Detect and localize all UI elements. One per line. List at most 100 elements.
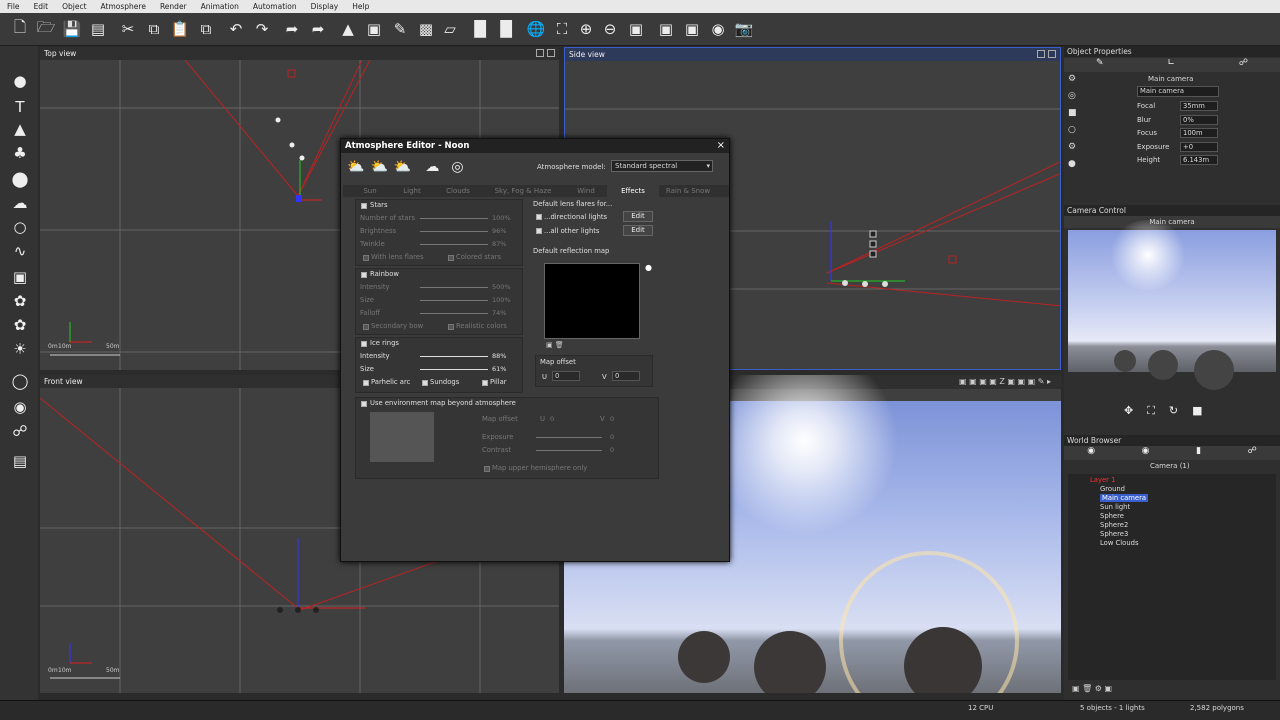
terrain-icon[interactable]: ▲ bbox=[338, 19, 358, 39]
menu-render[interactable]: Render bbox=[153, 2, 194, 11]
ice-rings-checkbox[interactable] bbox=[361, 341, 367, 347]
cloud-sun-icon[interactable]: ⛅ bbox=[347, 159, 364, 175]
edit-other-button[interactable]: Edit bbox=[623, 225, 653, 236]
blur-input[interactable]: 0% bbox=[1180, 115, 1218, 125]
tab-sun[interactable]: Sun bbox=[359, 185, 381, 197]
materials-icon[interactable]: ◉ bbox=[1142, 446, 1150, 460]
paste-icon[interactable]: 📋 bbox=[170, 19, 190, 39]
exposure-slider[interactable] bbox=[536, 437, 602, 438]
env-v-value[interactable]: 0 bbox=[610, 415, 614, 423]
tab-clouds[interactable]: Clouds bbox=[443, 185, 473, 197]
tree-item-ground[interactable]: Ground bbox=[1100, 485, 1125, 493]
sundogs-checkbox[interactable] bbox=[422, 380, 428, 386]
material-icon[interactable]: ▩ bbox=[416, 19, 436, 39]
close-icon[interactable] bbox=[547, 49, 555, 57]
terrain-tool-icon[interactable]: ▲ bbox=[9, 118, 31, 140]
menu-object[interactable]: Object bbox=[55, 2, 93, 11]
record-icon[interactable]: ● bbox=[1068, 159, 1077, 169]
globe-icon[interactable]: ◎ bbox=[451, 159, 463, 175]
upper-hemisphere-checkbox[interactable] bbox=[484, 466, 490, 472]
save-icon[interactable]: 💾 bbox=[62, 19, 82, 39]
objects-icon[interactable]: ◉ bbox=[1087, 446, 1095, 460]
brightness-slider[interactable] bbox=[420, 231, 488, 232]
undo-icon[interactable]: ↶ bbox=[226, 19, 246, 39]
pillar-checkbox[interactable] bbox=[482, 380, 488, 386]
tree-item-main-camera[interactable]: Main camera bbox=[1100, 494, 1149, 502]
reflection-u-input[interactable]: 0 bbox=[552, 371, 580, 381]
reflection-v-input[interactable]: 0 bbox=[612, 371, 640, 381]
stars-count-slider[interactable] bbox=[420, 218, 488, 219]
duplicate-icon[interactable]: ⧉ bbox=[196, 19, 216, 39]
rainbow-size-slider[interactable] bbox=[420, 300, 488, 301]
curve-tool-icon[interactable]: ∿ bbox=[9, 240, 31, 262]
rock-tool-icon[interactable]: ⬤ bbox=[9, 168, 31, 190]
link-icon[interactable]: ☍ bbox=[1248, 446, 1257, 460]
sphere-tool-icon[interactable]: ● bbox=[9, 70, 31, 92]
lock-icon[interactable]: ■ bbox=[1068, 108, 1077, 118]
tab-wind[interactable]: Wind bbox=[573, 185, 599, 197]
brush-tool-icon[interactable]: ✿ bbox=[9, 314, 31, 336]
cut-icon[interactable]: ✂ bbox=[118, 19, 138, 39]
new-file-icon[interactable]: 🗋 bbox=[10, 18, 30, 39]
rig-icon[interactable]: ⚙ bbox=[1068, 142, 1077, 152]
lens-flares-checkbox[interactable] bbox=[363, 255, 369, 261]
parhelic-arc-checkbox[interactable] bbox=[363, 380, 369, 386]
env-u-value[interactable]: 0 bbox=[550, 415, 554, 423]
tree-item-layer[interactable]: Layer 1 bbox=[1090, 476, 1115, 484]
realistic-colors-checkbox[interactable] bbox=[448, 324, 454, 330]
open-folder-icon[interactable]: 🗁 bbox=[36, 18, 56, 39]
edit-directional-button[interactable]: Edit bbox=[623, 211, 653, 222]
zoom-out-icon[interactable]: ⊖ bbox=[600, 19, 620, 39]
rotate-icon[interactable]: ↻ bbox=[1169, 404, 1178, 418]
brush-icon[interactable]: ✎ bbox=[1096, 58, 1104, 72]
colored-stars-checkbox[interactable] bbox=[448, 255, 454, 261]
world-browser-tools[interactable]: ▣ 🗑 ⚙ ▣ bbox=[1072, 684, 1112, 693]
fit-view-icon[interactable]: ▣ bbox=[626, 19, 646, 39]
maximize-icon[interactable] bbox=[1037, 50, 1045, 58]
twinkle-slider[interactable] bbox=[420, 244, 488, 245]
menu-atmosphere[interactable]: Atmosphere bbox=[94, 2, 153, 11]
exposure-input[interactable]: +0 bbox=[1180, 142, 1218, 152]
rainbow-intensity-slider[interactable] bbox=[420, 287, 488, 288]
camera-snapshot-icon[interactable]: 📷 bbox=[734, 19, 754, 39]
grid-select-icon[interactable]: ⛶ bbox=[552, 19, 572, 39]
tree-item-sphere[interactable]: Sphere bbox=[1100, 512, 1124, 520]
tab-rain-snow[interactable]: Rain & Snow bbox=[663, 185, 713, 197]
fan-tool-icon[interactable]: ✿ bbox=[9, 290, 31, 312]
rainbow-checkbox[interactable] bbox=[361, 272, 367, 278]
align-icon[interactable]: █ bbox=[470, 19, 490, 39]
environment-map-preview[interactable] bbox=[370, 412, 434, 462]
tab-effects[interactable]: Effects bbox=[607, 185, 659, 197]
metaball-tool-icon[interactable]: ◉ bbox=[9, 396, 31, 418]
save-as-icon[interactable]: ▤ bbox=[88, 19, 108, 39]
bars-icon[interactable]: ▮ bbox=[1196, 446, 1201, 460]
cloud-sun-icon[interactable]: ⛅ bbox=[370, 159, 387, 175]
cloud-sun-icon[interactable]: ⛅ bbox=[394, 159, 411, 175]
focus-input[interactable]: 100m bbox=[1180, 128, 1218, 138]
nodes-icon[interactable]: ☍ bbox=[1239, 58, 1248, 72]
pan-icon[interactable]: ✥ bbox=[1124, 404, 1133, 418]
frame-icon[interactable]: ▣ bbox=[656, 19, 676, 39]
render-icon[interactable]: ▱ bbox=[440, 19, 460, 39]
tab-sky-fog-haze[interactable]: Sky, Fog & Haze bbox=[491, 185, 555, 197]
export-tool-icon[interactable]: ▤ bbox=[9, 450, 31, 472]
reflection-map-preview[interactable] bbox=[544, 263, 640, 339]
target-icon[interactable]: ◎ bbox=[1068, 91, 1077, 101]
directional-flares-checkbox[interactable] bbox=[536, 214, 542, 220]
tree-item-sun-light[interactable]: Sun light bbox=[1100, 503, 1130, 511]
orbit-icon[interactable]: ○ bbox=[1068, 125, 1077, 135]
light-tool-icon[interactable]: ☀ bbox=[9, 338, 31, 360]
menu-edit[interactable]: Edit bbox=[27, 2, 56, 11]
ice-size-slider[interactable] bbox=[420, 369, 488, 370]
model-select[interactable]: Standard spectral ▾ bbox=[611, 160, 713, 172]
frame-icon[interactable]: ⛶ bbox=[1147, 404, 1155, 418]
frame-alt-icon[interactable]: ▣ bbox=[682, 19, 702, 39]
group-tool-icon[interactable]: ▣ bbox=[9, 266, 31, 288]
environment-map-checkbox[interactable] bbox=[361, 401, 367, 407]
height-input[interactable]: 6.143m bbox=[1180, 155, 1218, 165]
tab-light[interactable]: Light bbox=[399, 185, 425, 197]
contrast-slider[interactable] bbox=[536, 450, 602, 451]
maximize-icon[interactable] bbox=[536, 49, 544, 57]
stars-checkbox[interactable] bbox=[361, 203, 367, 209]
cloud-tool-icon[interactable]: ☁ bbox=[9, 192, 31, 214]
